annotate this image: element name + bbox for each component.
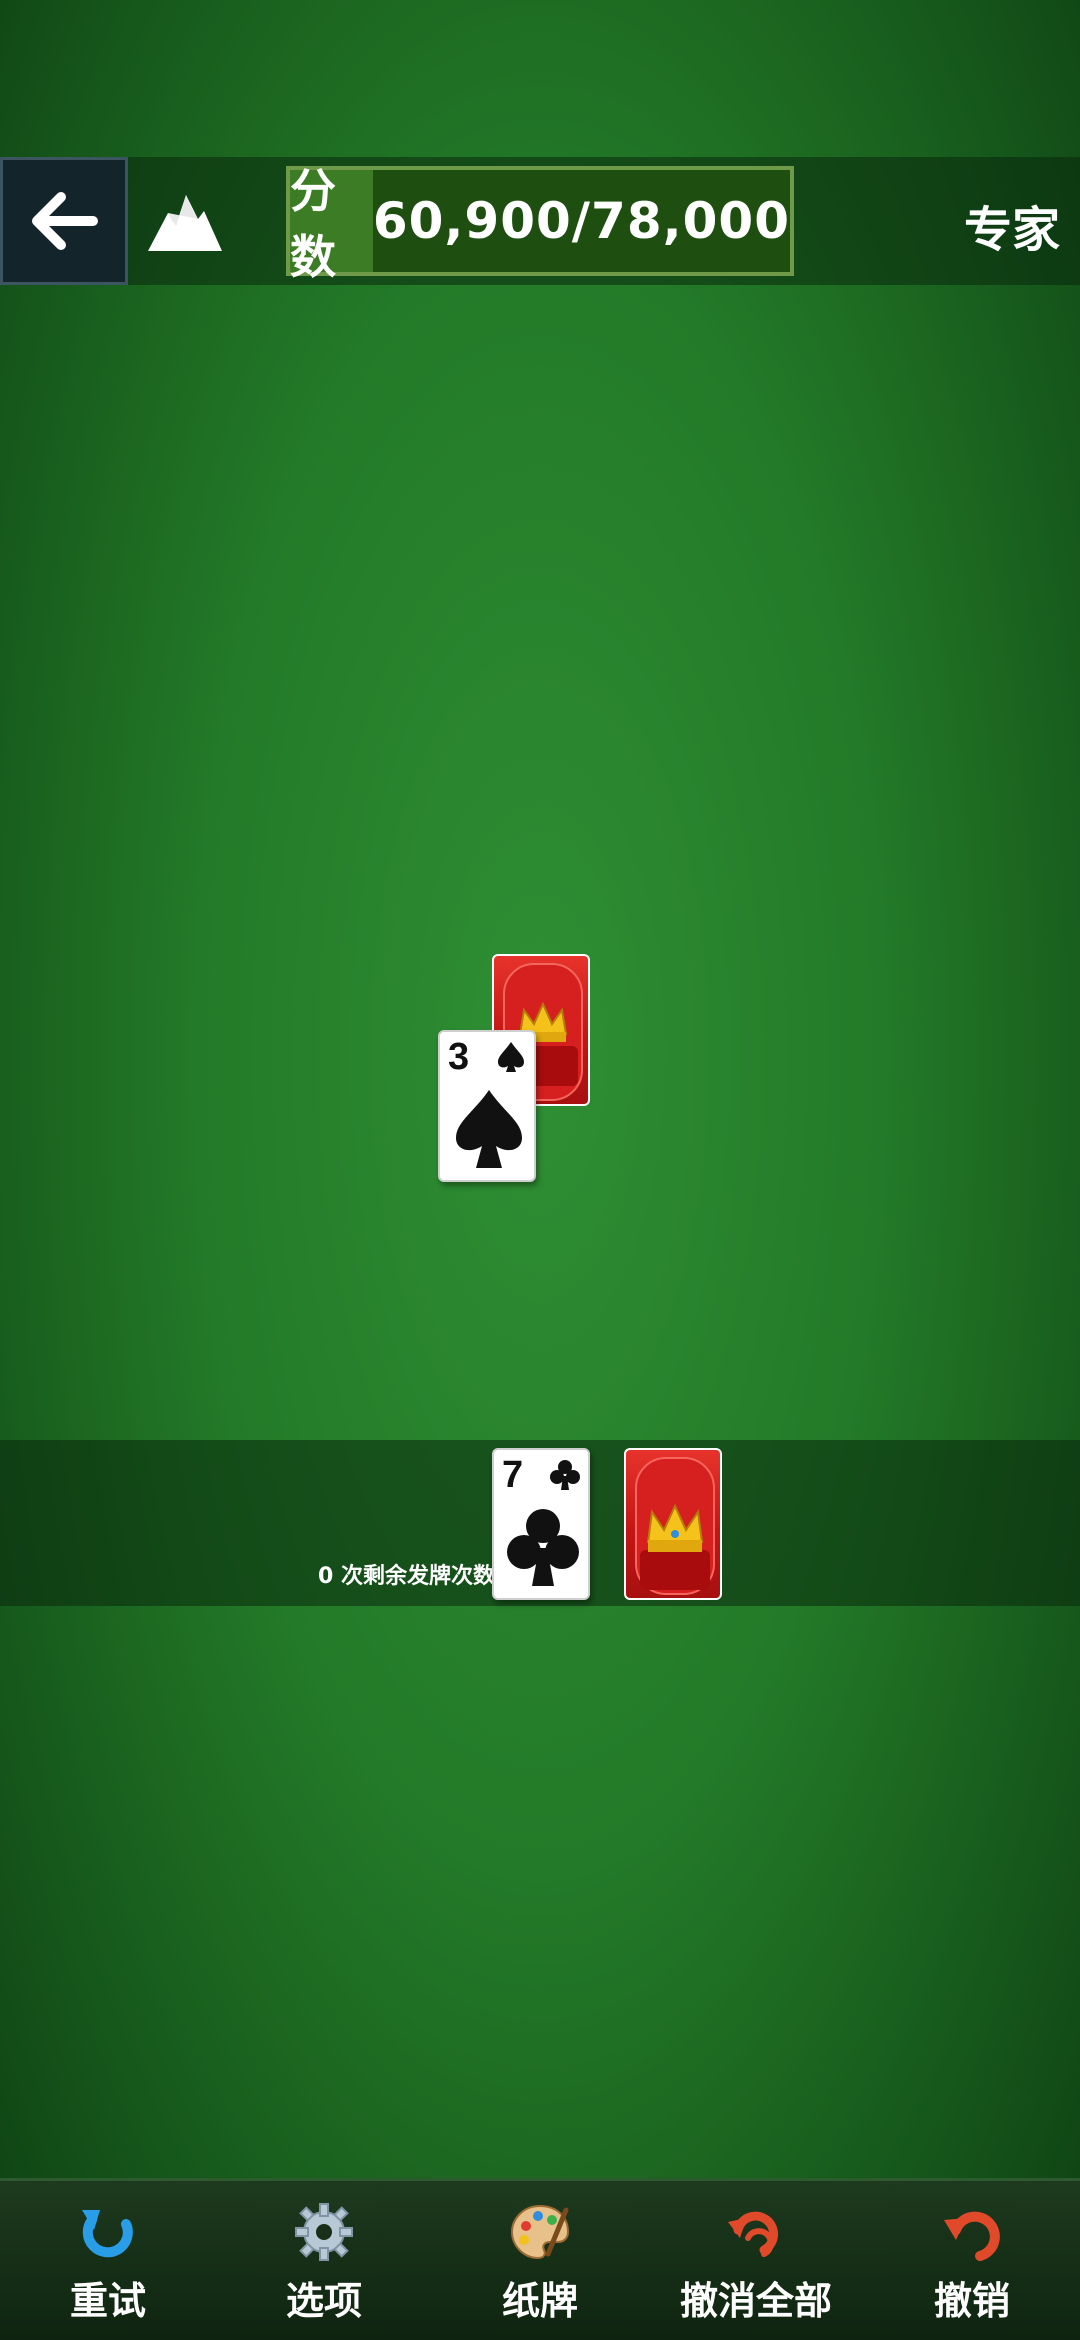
score-box: 分数 60,900/78,000 bbox=[286, 164, 794, 284]
undo-icon bbox=[944, 2211, 1000, 2261]
club-icon bbox=[507, 1509, 579, 1586]
card-rank: 7 bbox=[502, 1454, 524, 1496]
retry-button[interactable]: 重试 bbox=[8, 2200, 208, 2330]
mountain-icon[interactable] bbox=[146, 185, 224, 257]
back-button[interactable] bbox=[0, 157, 128, 285]
retry-icon bbox=[82, 2210, 133, 2258]
undo-button[interactable]: 撤销 bbox=[872, 2200, 1072, 2330]
redeals-remaining-text: 0 次剩余发牌次数 bbox=[318, 1564, 495, 1589]
undo-all-button[interactable]: 撤消全部 bbox=[656, 2200, 856, 2330]
retry-label: 重试 bbox=[69, 2279, 146, 2323]
gear-icon bbox=[295, 2203, 353, 2261]
undo-label: 撤销 bbox=[933, 2279, 1010, 2323]
undo-all-label: 撤消全部 bbox=[679, 2279, 832, 2323]
stock-pile[interactable] bbox=[624, 1448, 722, 1600]
crown-card-back-icon bbox=[635, 1457, 715, 1595]
difficulty-label: 专家 bbox=[963, 202, 1060, 258]
score-label: 分数 bbox=[290, 164, 373, 284]
arrow-left-icon bbox=[32, 192, 98, 250]
cards-button[interactable]: 纸牌 bbox=[440, 2200, 640, 2330]
card-7-of-clubs[interactable]: 7 bbox=[492, 1448, 590, 1600]
undo-all-icon bbox=[728, 2211, 778, 2257]
club-icon bbox=[550, 1460, 580, 1490]
palette-icon bbox=[510, 2204, 570, 2260]
spade-icon bbox=[498, 1042, 524, 1072]
card-rank: 3 bbox=[448, 1036, 470, 1078]
score-value: 60,900/78,000 bbox=[372, 170, 790, 272]
options-button[interactable]: 选项 bbox=[224, 2200, 424, 2330]
spade-icon bbox=[456, 1090, 522, 1168]
card-3-of-spades[interactable]: 3 bbox=[438, 1030, 536, 1182]
cards-label: 纸牌 bbox=[501, 2279, 578, 2323]
options-label: 选项 bbox=[285, 2279, 362, 2323]
